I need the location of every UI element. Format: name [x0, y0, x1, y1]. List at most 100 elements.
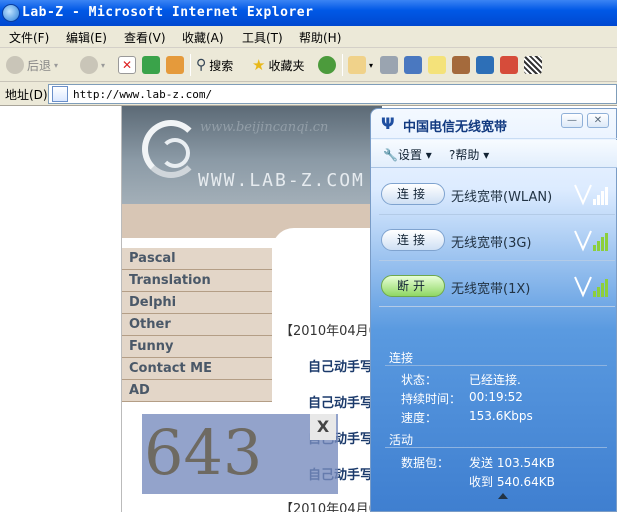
- mail-icon: [348, 56, 366, 74]
- nav-contact[interactable]: Contact ME: [122, 358, 272, 380]
- back-label: 后退: [27, 58, 52, 73]
- edit-button[interactable]: [404, 54, 422, 76]
- favorites-label: 收藏夹: [268, 58, 305, 73]
- divider: [385, 365, 607, 366]
- nav-funny[interactable]: Funny: [122, 336, 272, 358]
- toolbar-separator: [190, 54, 191, 76]
- address-field[interactable]: http://www.lab-z.com/: [48, 84, 617, 104]
- menu-bar: 文件(F) 编辑(E) 查看(V) 收藏(A) 工具(T) 帮助(H): [0, 26, 617, 48]
- menu-edit[interactable]: 编辑(E): [66, 29, 107, 46]
- telecom-logo-icon: Ψ: [381, 114, 395, 133]
- 3g-connect-button[interactable]: 连接: [381, 229, 445, 251]
- print-button[interactable]: [380, 54, 398, 76]
- post-link[interactable]: 自己动手写: [308, 356, 373, 375]
- status-value: 已经连接.: [469, 373, 521, 387]
- address-url: http://www.lab-z.com/: [73, 88, 213, 101]
- duration-label: 持续时间：: [401, 392, 462, 406]
- home-button[interactable]: [166, 54, 184, 76]
- window-title: Lab-Z - Microsoft Internet Explorer: [22, 5, 314, 20]
- back-button[interactable]: 后退 ▾: [6, 54, 58, 76]
- search-button[interactable]: ⚲ 搜索: [196, 54, 233, 76]
- stop-button[interactable]: ✕: [118, 54, 136, 76]
- minimize-button[interactable]: —: [561, 113, 583, 128]
- ie-logo-icon: [2, 4, 20, 22]
- history-icon: [318, 56, 336, 74]
- forward-arrow-icon: [80, 56, 98, 74]
- menu-tools[interactable]: 工具(T): [242, 29, 283, 46]
- signal-strength-icon: [574, 276, 608, 298]
- favorites-button[interactable]: ★ 收藏夹: [252, 54, 304, 76]
- wrench-icon: 🔧: [383, 148, 398, 162]
- back-arrow-icon: [6, 56, 24, 74]
- swirl-logo-icon: [142, 120, 200, 178]
- forward-dropdown-icon: ▾: [101, 60, 106, 70]
- note-icon: [428, 56, 446, 74]
- wlan-connect-button[interactable]: 连接: [381, 183, 445, 205]
- settings-menu[interactable]: 🔧设置 ▾: [383, 146, 432, 163]
- research-icon: [500, 56, 518, 74]
- discuss-button[interactable]: [428, 54, 446, 76]
- close-button[interactable]: ✕: [587, 113, 609, 128]
- visitor-counter: 643: [142, 414, 338, 494]
- packets-label: 数据包：: [401, 456, 450, 470]
- research-button[interactable]: [500, 54, 518, 76]
- address-bar: 地址(D) http://www.lab-z.com/: [0, 82, 617, 106]
- counter-close-button[interactable]: X: [310, 414, 336, 440]
- network-row-1x: 断开 无线宽带(1X): [379, 267, 615, 307]
- site-banner: www.beijincanqi.cn WWW.LAB-Z.COM: [122, 106, 382, 204]
- menu-help[interactable]: 帮助(H): [299, 29, 341, 46]
- network-row-wlan: 连接 无线宽带(WLAN): [379, 175, 615, 215]
- home-icon: [166, 56, 184, 74]
- stop-icon: ✕: [118, 56, 136, 74]
- mail-button[interactable]: ▾: [348, 54, 373, 76]
- search-label: 搜索: [209, 58, 234, 73]
- site-name: WWW.LAB-Z.COM: [198, 170, 365, 191]
- client-titlebar: Ψ 中国电信无线宽带 — ✕: [371, 109, 617, 139]
- address-label: 地址(D): [5, 88, 48, 102]
- forward-button[interactable]: ▾: [80, 54, 105, 76]
- star-icon: ★: [252, 56, 266, 74]
- window-titlebar: Lab-Z - Microsoft Internet Explorer: [0, 0, 617, 26]
- menu-favorites[interactable]: 收藏(A): [182, 29, 224, 46]
- site-nav: Pascal Translation Delphi Other Funny Co…: [122, 248, 272, 402]
- 3g-label: 无线宽带(3G): [451, 236, 532, 251]
- speed-value: 153.6Kbps: [469, 409, 533, 423]
- media-button[interactable]: [476, 54, 494, 76]
- post-link[interactable]: 自己动手写: [308, 392, 373, 411]
- nav-pascal[interactable]: Pascal: [122, 248, 272, 270]
- nav-other[interactable]: Other: [122, 314, 272, 336]
- menu-view[interactable]: 查看(V): [124, 29, 166, 46]
- toolbar-separator: [342, 54, 343, 76]
- 1x-disconnect-button[interactable]: 断开: [381, 275, 445, 297]
- refresh-button[interactable]: [142, 54, 160, 76]
- connection-heading: 连接: [389, 351, 414, 365]
- nav-delphi[interactable]: Delphi: [122, 292, 272, 314]
- banner-url-text: www.beijincanqi.cn: [200, 120, 329, 135]
- messenger-button[interactable]: [452, 54, 470, 76]
- client-menu: 🔧设置 ▾ ?帮助 ▾: [371, 140, 617, 168]
- duration-value: 00:19:52: [469, 390, 523, 404]
- messenger-icon: [452, 56, 470, 74]
- history-button[interactable]: [318, 54, 336, 76]
- qr-icon: [524, 56, 542, 74]
- wlan-label: 无线宽带(WLAN): [451, 190, 553, 205]
- qr-button[interactable]: [524, 54, 542, 76]
- toolbar: 后退 ▾ ▾ ✕ ⚲ 搜索 ★ 收藏夹 ▾: [0, 48, 617, 82]
- client-title: 中国电信无线宽带: [403, 120, 508, 135]
- nav-ad[interactable]: AD: [122, 380, 272, 402]
- help-label: 帮助: [455, 148, 480, 162]
- settings-label: 设置: [397, 148, 422, 162]
- nav-translation[interactable]: Translation: [122, 270, 272, 292]
- counter-value: 643: [144, 416, 263, 489]
- network-row-3g: 连接 无线宽带(3G): [379, 221, 615, 261]
- status-label: 状态：: [401, 373, 438, 387]
- date-heading: 【2010年04月0: [280, 324, 377, 339]
- sent-value: 发送 103.54KB: [469, 456, 555, 470]
- collapse-arrow-icon[interactable]: [498, 493, 508, 499]
- help-menu[interactable]: ?帮助 ▾: [449, 146, 489, 163]
- mail-dropdown-icon: ▾: [369, 60, 374, 70]
- menu-file[interactable]: 文件(F): [9, 29, 49, 46]
- back-dropdown-icon: ▾: [54, 60, 59, 70]
- left-gutter: [0, 106, 122, 512]
- received-value: 收到 540.64KB: [469, 475, 555, 489]
